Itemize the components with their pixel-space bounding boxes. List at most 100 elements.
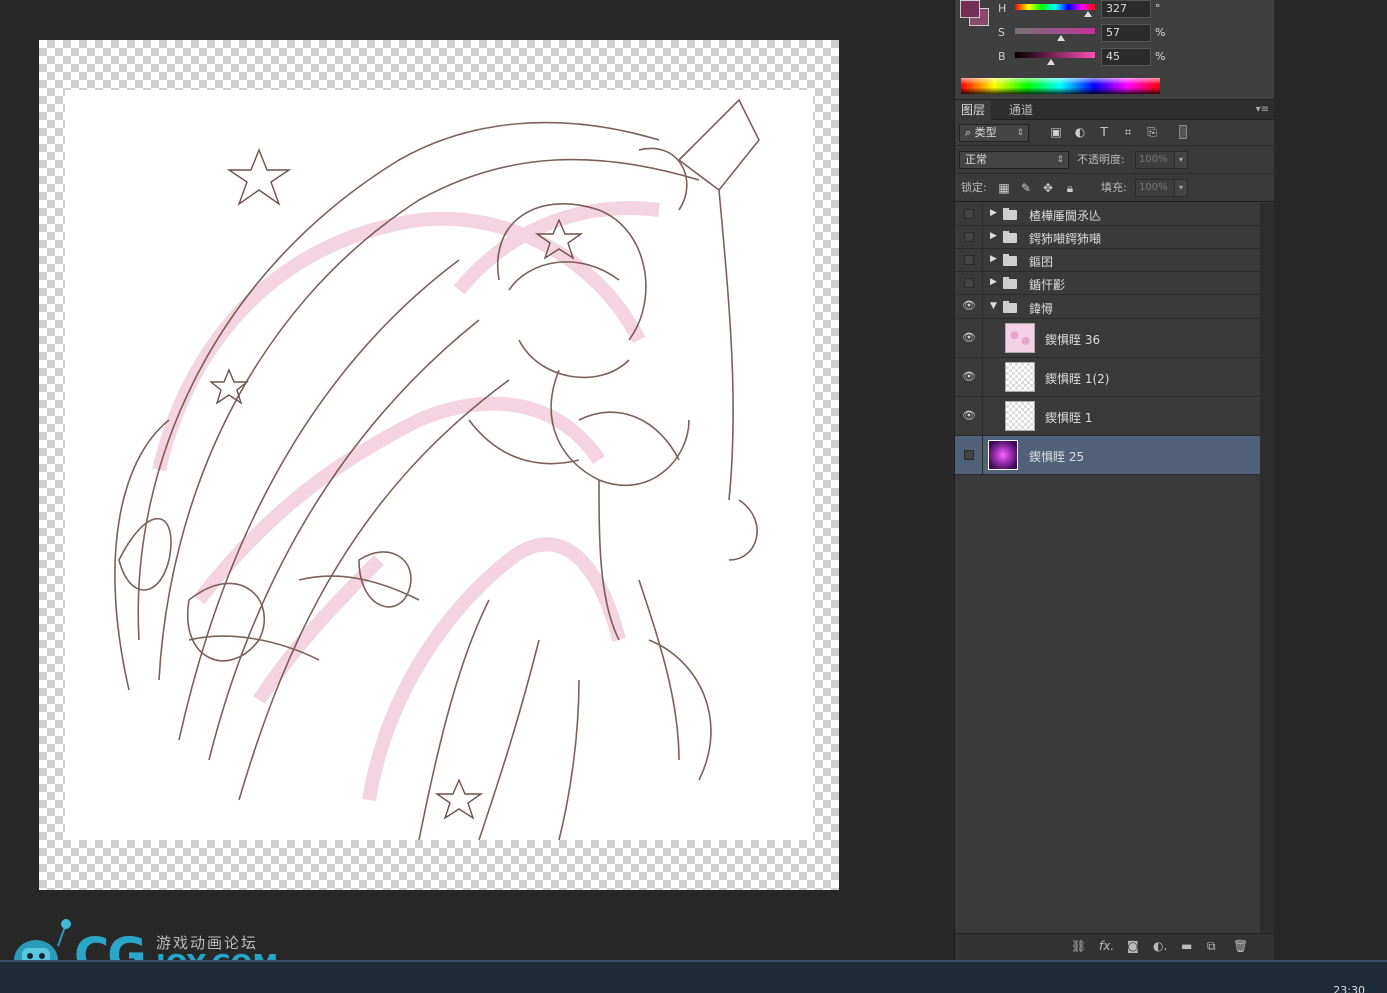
eye-icon: 👁︎ (962, 331, 976, 344)
color-panel: H 327 ° S 57 % B 45 % (955, 0, 1275, 100)
visibility-toggle[interactable]: 👁︎ (955, 358, 983, 396)
layer-name[interactable]: 鏂囨 (1029, 253, 1053, 270)
shape-filter-icon[interactable]: ⌗ (1121, 125, 1135, 139)
brightness-label: B (998, 50, 1006, 63)
lock-row: 锁定: ▦ ✎ ✥ 🔒︎ 填充: 100% ▾ (955, 174, 1275, 202)
hue-unit: ° (1155, 2, 1161, 15)
saturation-label: S (998, 26, 1005, 39)
folder-open-icon (1003, 301, 1017, 313)
eye-icon: 👁︎ (962, 370, 976, 383)
sketch-artwork (114, 98, 760, 841)
layer-row-selected[interactable]: 鍥惧眰 25 (955, 436, 1260, 475)
image-filter-icon[interactable]: ▣ (1049, 125, 1063, 139)
visibility-toggle[interactable]: 👁︎ (955, 397, 983, 435)
folder-icon (1003, 208, 1017, 220)
visibility-toggle[interactable]: 👁︎ (955, 319, 983, 357)
saturation-slider-thumb[interactable] (1056, 35, 1065, 41)
eye-icon: 👁︎ (962, 409, 976, 422)
search-icon: ⌕ (965, 126, 975, 139)
fill-dropdown-button[interactable]: ▾ (1174, 179, 1188, 197)
expand-arrow-icon[interactable]: ▶ (990, 231, 997, 241)
visibility-toggle[interactable] (955, 272, 983, 294)
lock-all-icon[interactable]: 🔒︎ (1063, 181, 1077, 195)
expand-arrow-icon[interactable]: ▶ (990, 277, 997, 287)
taskbar: 23:30 (0, 960, 1387, 993)
layer-name[interactable]: 鍏憳 (1029, 300, 1053, 317)
lock-image-icon[interactable]: ✎ (1019, 181, 1033, 195)
new-group-icon[interactable]: ▬ (1181, 939, 1192, 953)
layer-name[interactable]: 鍥惧眰 36 (1045, 331, 1100, 348)
foreground-color-swatch[interactable] (960, 0, 980, 18)
opacity-input[interactable]: 100% (1135, 151, 1175, 169)
layer-group-row[interactable]: ▶ 鏂囨 (955, 249, 1260, 272)
panel-menu-icon[interactable]: ▾≡ (1256, 104, 1269, 115)
link-layers-icon[interactable]: ⛓ (1071, 939, 1086, 953)
layer-group-row[interactable]: ▶ 楂樺厜閫氶亾 (955, 203, 1260, 226)
layer-group-row-expanded[interactable]: 👁︎ ▼ 鍏憳 (955, 295, 1260, 319)
layer-thumbnail (1005, 401, 1035, 431)
chevron-updown-icon: ⇕ (1056, 155, 1064, 165)
tab-layers[interactable]: 图层 (955, 100, 992, 120)
tab-channels[interactable]: 通道 (1003, 100, 1039, 120)
collapse-arrow-icon[interactable]: ▼ (990, 301, 997, 311)
trash-icon[interactable]: 🗑︎ (1233, 939, 1248, 953)
expand-arrow-icon[interactable]: ▶ (990, 254, 997, 264)
layer-name[interactable]: 鍥惧眰 25 (1029, 448, 1084, 465)
hue-label: H (998, 2, 1007, 15)
visibility-toggle[interactable] (955, 436, 983, 474)
blend-mode-value: 正常 (965, 153, 987, 166)
filter-toggle-icon[interactable] (1179, 125, 1187, 139)
workspace-right-strip (1274, 0, 1387, 960)
fill-label: 填充: (1101, 181, 1127, 194)
lock-position-icon[interactable]: ✥ (1041, 181, 1055, 195)
brightness-slider[interactable] (1015, 52, 1095, 58)
layer-row[interactable]: 👁︎ 鍥惧眰 36 (955, 319, 1260, 358)
saturation-input[interactable]: 57 (1101, 24, 1151, 42)
layers-scrollbar[interactable] (1260, 203, 1275, 933)
expand-arrow-icon[interactable]: ▶ (990, 208, 997, 218)
type-filter-icon[interactable]: T (1097, 125, 1111, 139)
layer-filter-label: 类型 (974, 126, 997, 139)
fill-input[interactable]: 100% (1135, 179, 1175, 197)
brightness-slider-thumb[interactable] (1047, 59, 1055, 65)
layer-group-row[interactable]: ▶ 鍎忓彲 (955, 272, 1260, 295)
lock-transparent-icon[interactable]: ▦ (997, 181, 1011, 195)
opacity-dropdown-button[interactable]: ▾ (1174, 151, 1188, 169)
smart-object-filter-icon[interactable]: ⎘ (1145, 125, 1159, 139)
layer-name[interactable]: 鍥惧眰 1(2) (1045, 370, 1109, 387)
layer-name[interactable]: 鍥惧眰 1 (1045, 409, 1092, 426)
right-panel-dock: H 327 ° S 57 % B 45 % 图层 通道 ▾≡ ⌕ 类型 ⇕ ▣ … (954, 0, 1275, 960)
blend-mode-select[interactable]: 正常 ⇕ (959, 151, 1069, 169)
new-layer-icon[interactable]: ⧉ (1207, 939, 1216, 954)
layer-name[interactable]: 鍎忓彲 (1029, 276, 1065, 293)
layer-group-row[interactable]: ▶ 鍔犻噸鍔犻噸 (955, 226, 1260, 249)
visibility-off-box (964, 255, 974, 265)
hue-input[interactable]: 327 (1101, 0, 1151, 18)
color-spectrum-bar[interactable] (961, 78, 1160, 94)
saturation-slider[interactable] (1015, 28, 1095, 34)
taskbar-clock: 23:30 (1333, 984, 1365, 993)
document-canvas[interactable] (39, 40, 839, 890)
hue-slider[interactable] (1015, 4, 1095, 10)
hue-slider-thumb[interactable] (1083, 11, 1092, 17)
add-mask-icon[interactable]: ◙ (1127, 939, 1139, 953)
brightness-input[interactable]: 45 (1101, 48, 1151, 66)
visibility-toggle[interactable] (955, 249, 983, 271)
layer-row[interactable]: 👁︎ 鍥惧眰 1 (955, 397, 1260, 436)
chevron-updown-icon: ⇕ (1016, 128, 1024, 138)
layer-name[interactable]: 楂樺厜閫氶亾 (1029, 207, 1101, 224)
layer-filter-select[interactable]: ⌕ 类型 ⇕ (959, 124, 1029, 142)
saturation-unit: % (1155, 26, 1166, 39)
visibility-toggle[interactable] (955, 203, 983, 225)
layer-thumbnail (1005, 362, 1035, 392)
visibility-toggle[interactable] (955, 226, 983, 248)
adjustment-layer-icon[interactable]: ◐. (1153, 939, 1167, 953)
layer-thumbnail (1005, 323, 1035, 353)
layer-name[interactable]: 鍔犻噸鍔犻噸 (1029, 230, 1101, 247)
fx-icon[interactable]: fx. (1099, 939, 1114, 953)
layer-row[interactable]: 👁︎ 鍥惧眰 1(2) (955, 358, 1260, 397)
layer-thumbnail (988, 440, 1018, 470)
visibility-toggle[interactable]: 👁︎ (955, 295, 983, 318)
layers-footer: ⛓ fx. ◙ ◐. ▬ ⧉ 🗑︎ (955, 933, 1275, 960)
adjustment-filter-icon[interactable]: ◐ (1073, 125, 1087, 139)
